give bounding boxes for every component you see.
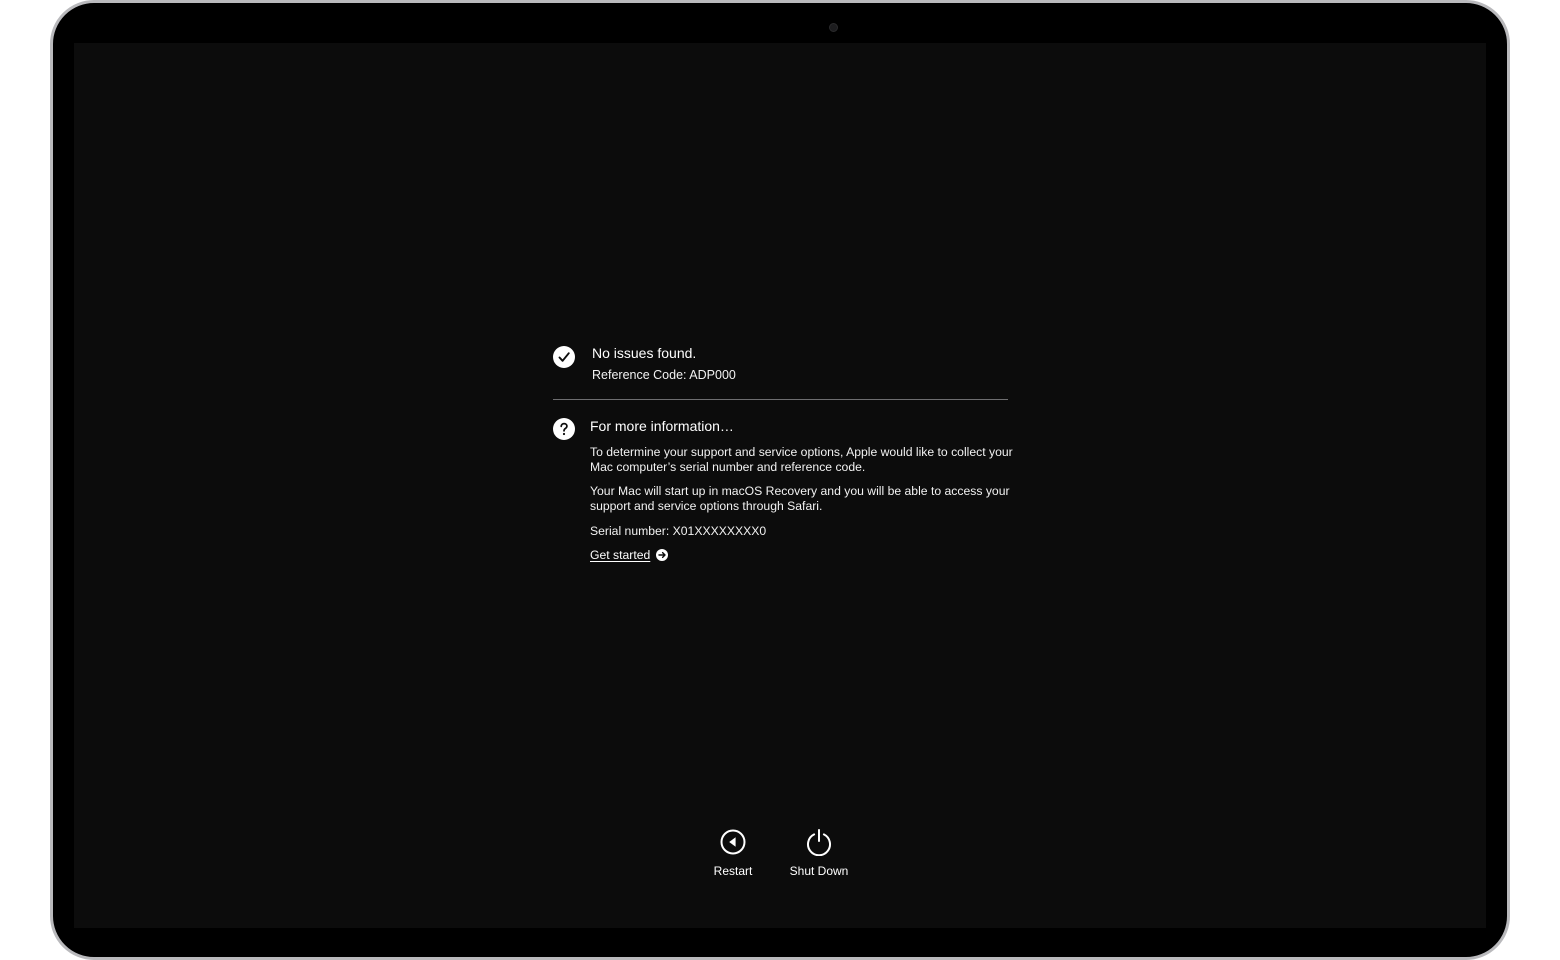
divider xyxy=(553,399,1008,400)
diagnostics-screen: No issues found. Reference Code: ADP000 … xyxy=(74,43,1486,928)
status-title: No issues found. xyxy=(592,345,697,361)
arrow-right-circle-icon xyxy=(656,549,669,561)
reference-code: Reference Code: ADP000 xyxy=(592,368,736,382)
info-title: For more information… xyxy=(590,418,734,434)
get-started-link[interactable]: Get started xyxy=(590,548,669,562)
serial-number: Serial number: X01XXXXXXXX0 xyxy=(590,524,767,538)
camera-dot xyxy=(829,23,838,32)
info-paragraph-collect: To determine your support and service op… xyxy=(590,445,1013,474)
question-circle-icon xyxy=(553,418,575,440)
restart-arrow-icon xyxy=(720,829,746,855)
checkmark-circle-icon xyxy=(553,346,575,368)
restart-button[interactable]: Restart xyxy=(688,828,778,878)
shutdown-button[interactable]: Shut Down xyxy=(774,828,864,878)
get-started-label: Get started xyxy=(590,548,651,562)
restart-label: Restart xyxy=(713,864,753,878)
power-icon xyxy=(807,829,831,856)
info-paragraph-recovery: Your Mac will start up in macOS Recovery… xyxy=(590,484,1010,513)
shutdown-label: Shut Down xyxy=(789,864,849,878)
